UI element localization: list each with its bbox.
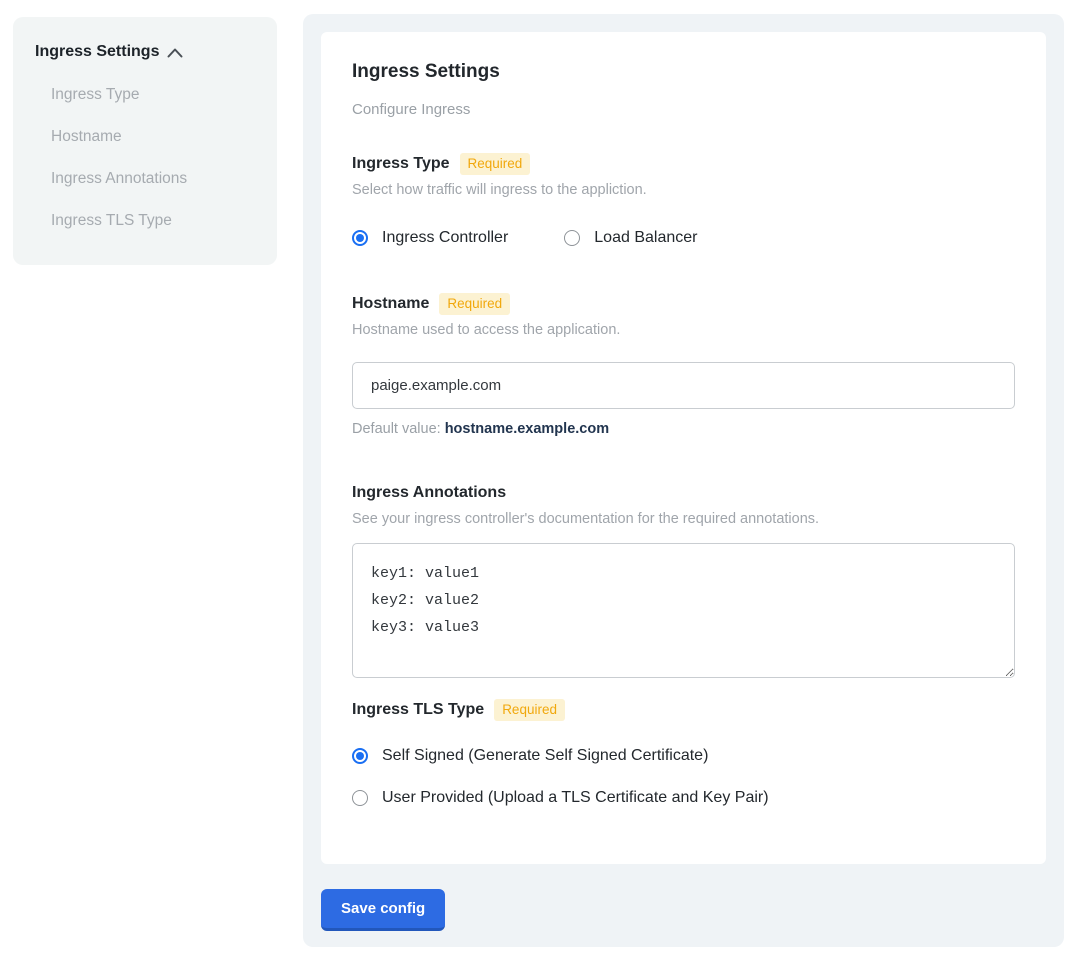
- radio-option-self-signed[interactable]: Self Signed (Generate Self Signed Certif…: [352, 746, 1015, 766]
- radio-icon: [564, 230, 580, 246]
- required-badge: Required: [460, 153, 531, 175]
- sidebar-item-ingress-tls-type[interactable]: Ingress TLS Type: [35, 211, 255, 230]
- sidebar-item-hostname[interactable]: Hostname: [35, 127, 255, 146]
- ingress-tls-type-section: Ingress TLS Type Required Self Signed (G…: [352, 698, 1015, 808]
- required-badge: Required: [494, 699, 565, 721]
- ingress-annotations-description: See your ingress controller's documentat…: [352, 509, 1015, 529]
- ingress-tls-type-label: Ingress TLS Type: [352, 701, 484, 719]
- page-subtitle: Configure Ingress: [352, 100, 1015, 120]
- radio-icon: [352, 748, 368, 764]
- hostname-default-value: Default value: hostname.example.com: [352, 421, 1015, 437]
- sidebar-section-label: Ingress Settings: [35, 43, 159, 61]
- ingress-type-section: Ingress Type Required Select how traffic…: [352, 152, 1015, 248]
- sidebar-section-ingress-settings[interactable]: Ingress Settings: [35, 43, 255, 61]
- default-value-text: hostname.example.com: [445, 421, 609, 437]
- sidebar-item-ingress-annotations[interactable]: Ingress Annotations: [35, 169, 255, 188]
- ingress-type-label: Ingress Type: [352, 155, 450, 173]
- default-value-label: Default value:: [352, 421, 445, 437]
- chevron-up-icon: [167, 48, 183, 58]
- radio-option-ingress-controller[interactable]: Ingress Controller: [352, 228, 508, 248]
- radio-icon: [352, 230, 368, 246]
- hostname-section: Hostname Required Hostname used to acces…: [352, 292, 1015, 437]
- ingress-settings-panel: Ingress Settings Configure Ingress Ingre…: [303, 14, 1064, 947]
- hostname-description: Hostname used to access the application.: [352, 320, 1015, 340]
- save-config-button[interactable]: Save config: [321, 889, 445, 931]
- radio-option-label: Load Balancer: [594, 228, 697, 248]
- hostname-input[interactable]: [352, 362, 1015, 409]
- ingress-annotations-section: Ingress Annotations See your ingress con…: [352, 481, 1015, 678]
- ingress-type-description: Select how traffic will ingress to the a…: [352, 180, 1015, 200]
- required-badge: Required: [439, 293, 510, 315]
- page-title: Ingress Settings: [352, 60, 1015, 84]
- hostname-label: Hostname: [352, 295, 429, 313]
- radio-icon: [352, 790, 368, 806]
- sidebar-nav: Ingress Type Hostname Ingress Annotation…: [35, 85, 255, 230]
- settings-sidebar: Ingress Settings Ingress Type Hostname I…: [13, 17, 277, 265]
- radio-option-label: User Provided (Upload a TLS Certificate …: [382, 788, 769, 808]
- ingress-settings-card: Ingress Settings Configure Ingress Ingre…: [321, 32, 1046, 864]
- radio-option-label: Self Signed (Generate Self Signed Certif…: [382, 746, 708, 766]
- ingress-annotations-textarea[interactable]: key1: value1 key2: value2 key3: value3: [352, 543, 1015, 678]
- ingress-type-radio-group: Ingress Controller Load Balancer: [352, 228, 1015, 248]
- radio-option-label: Ingress Controller: [382, 228, 508, 248]
- ingress-annotations-label: Ingress Annotations: [352, 484, 506, 502]
- radio-option-load-balancer[interactable]: Load Balancer: [564, 228, 697, 248]
- sidebar-item-ingress-type[interactable]: Ingress Type: [35, 85, 255, 104]
- ingress-tls-type-radio-group: Self Signed (Generate Self Signed Certif…: [352, 746, 1015, 808]
- radio-option-user-provided[interactable]: User Provided (Upload a TLS Certificate …: [352, 788, 1015, 808]
